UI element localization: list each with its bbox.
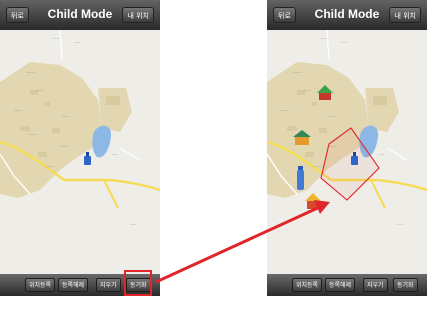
transition-arrow bbox=[155, 200, 330, 284]
